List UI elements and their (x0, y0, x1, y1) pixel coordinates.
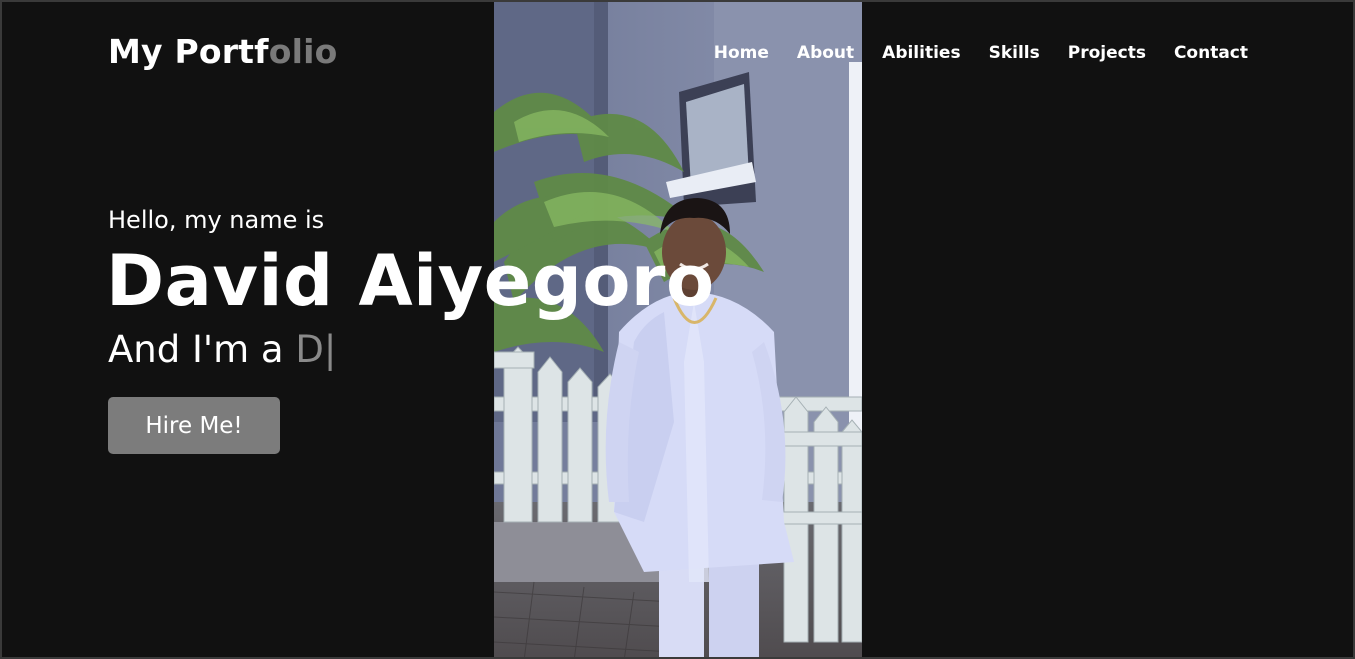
nav-about[interactable]: About (797, 42, 854, 64)
portrait-illustration (494, 2, 862, 657)
nav-skills[interactable]: Skills (989, 42, 1040, 64)
nav-abilities[interactable]: Abilities (882, 42, 960, 64)
portrait-photo (494, 2, 862, 657)
hire-me-button[interactable]: Hire Me! (108, 397, 280, 454)
page: My Portfolio Home About Abilities Skills… (0, 0, 1355, 659)
hero-role-prefix: And I'm a (108, 328, 296, 371)
brand-logo[interactable]: My Portfolio (108, 32, 337, 71)
hero-role-typed: D (295, 328, 324, 371)
hero-greeting: Hello, my name is (108, 206, 325, 234)
nav-projects[interactable]: Projects (1068, 42, 1146, 64)
main-nav: Home About Abilities Skills Projects Con… (686, 42, 1248, 64)
typing-cursor: | (323, 328, 337, 371)
nav-home[interactable]: Home (714, 42, 769, 64)
nav-contact[interactable]: Contact (1174, 42, 1248, 64)
brand-text-accent: olio (268, 32, 338, 71)
brand-text-primary: My Portf (108, 32, 269, 71)
hero-name: David Aiyegoro (106, 240, 715, 322)
hero-role: And I'm a D| (108, 326, 336, 374)
